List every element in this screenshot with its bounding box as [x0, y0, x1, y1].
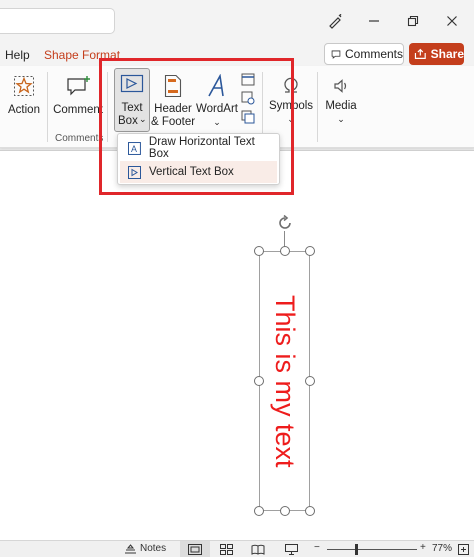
status-bar: Notes − + 77%: [0, 540, 474, 557]
ribbon-separator: [317, 72, 318, 142]
speaker-icon: [328, 72, 354, 100]
slide-sorter-button[interactable]: [220, 544, 233, 555]
action-button[interactable]: Action: [6, 72, 42, 117]
new-comment-icon: [65, 72, 91, 100]
title-bar: [0, 0, 474, 42]
resize-handle-bottom-left[interactable]: [254, 506, 264, 516]
zoom-slider-thumb[interactable]: [355, 544, 358, 555]
zoom-slider[interactable]: [327, 549, 417, 550]
ribbon-separator: [47, 72, 48, 142]
media-button[interactable]: Media ⌄: [323, 72, 359, 126]
comments-group-label: Comments: [55, 133, 104, 144]
slide-sorter-icon: [220, 544, 233, 555]
zoom-level[interactable]: 77%: [432, 543, 452, 554]
reading-view-icon: [251, 544, 265, 555]
zoom-out-icon[interactable]: −: [314, 542, 320, 553]
comments-button-label: Comments: [344, 47, 403, 61]
resize-handle-bottom[interactable]: [280, 506, 290, 516]
comment-label: Comment: [53, 104, 103, 116]
action-label: Action: [8, 104, 40, 116]
comment-icon: [331, 50, 341, 59]
resize-handle-top[interactable]: [280, 246, 290, 256]
resize-handle-top-right[interactable]: [305, 246, 315, 256]
resize-handle-right[interactable]: [305, 376, 315, 386]
zoom-in-icon[interactable]: +: [420, 542, 426, 553]
fit-slide-icon[interactable]: [458, 544, 469, 555]
vertical-text: This is my text: [270, 294, 300, 468]
notes-icon: [125, 543, 136, 553]
chevron-down-icon: ⌄: [337, 114, 345, 124]
comments-button[interactable]: Comments: [324, 43, 404, 65]
notes-label: Notes: [140, 543, 167, 554]
restore-icon[interactable]: [401, 10, 425, 32]
resize-handle-bottom-right[interactable]: [305, 506, 315, 516]
rotate-handle-icon[interactable]: [276, 214, 294, 235]
highlight-frame: [99, 58, 294, 195]
tab-help[interactable]: Help: [5, 48, 30, 62]
slide-canvas[interactable]: [0, 150, 474, 540]
close-icon[interactable]: [440, 10, 464, 32]
slide-show-icon: [285, 544, 298, 555]
search-input[interactable]: [0, 8, 115, 34]
slide-show-button[interactable]: [285, 544, 298, 555]
notes-button[interactable]: Notes: [124, 543, 166, 554]
normal-view-icon: [188, 544, 202, 555]
normal-view-button[interactable]: [180, 541, 210, 557]
new-comment-button[interactable]: Comment: [53, 72, 103, 117]
minimize-icon[interactable]: [362, 10, 386, 32]
vertical-text-content[interactable]: This is my text: [259, 251, 310, 511]
resize-handle-top-left[interactable]: [254, 246, 264, 256]
resize-handle-left[interactable]: [254, 376, 264, 386]
share-button-label: Share: [430, 47, 464, 61]
share-icon: [414, 48, 426, 59]
media-label: Media: [325, 100, 357, 112]
designer-pen-icon[interactable]: [323, 10, 347, 32]
share-button[interactable]: Share: [409, 43, 464, 65]
action-star-icon: [11, 72, 37, 100]
reading-view-button[interactable]: [251, 544, 265, 555]
